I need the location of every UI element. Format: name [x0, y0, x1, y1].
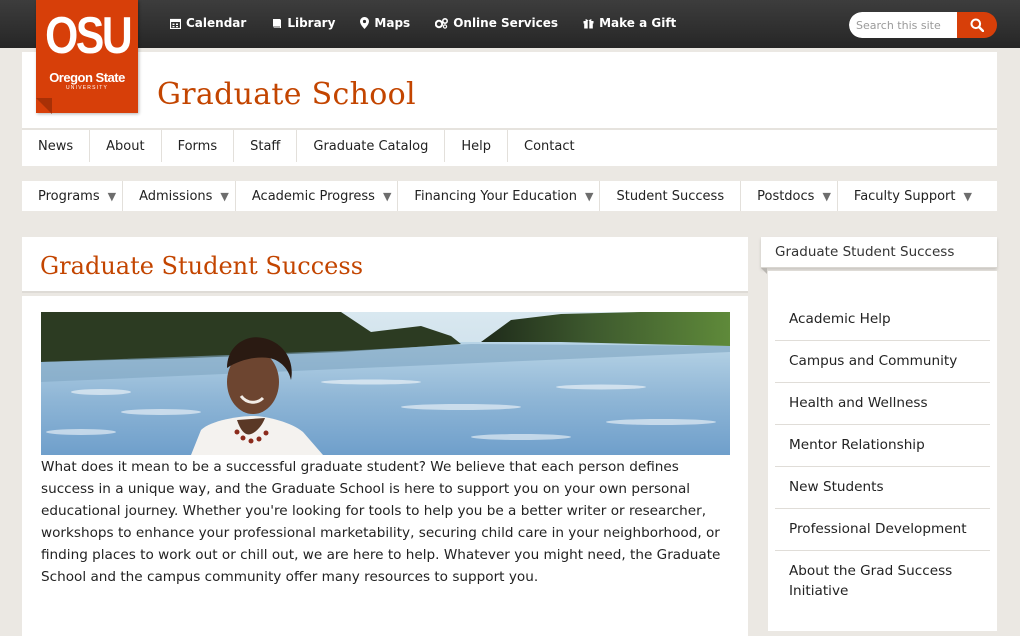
menu-item-postdocs[interactable]: Postdocs ▼: [741, 181, 838, 211]
gift-icon: [583, 18, 594, 28]
site-search: [849, 12, 997, 38]
sidebar-panel: Academic Help Campus and Community Healt…: [768, 271, 997, 631]
menu-item-contact[interactable]: Contact: [508, 130, 591, 162]
dropdown-arrow-icon: ▼: [220, 189, 229, 203]
top-link-online-services[interactable]: Online Services: [435, 16, 558, 30]
sidebar-item-academic-help[interactable]: Academic Help: [775, 299, 990, 341]
sidebar-item-mentor-relationship[interactable]: Mentor Relationship: [775, 425, 990, 467]
menu-item-student-success[interactable]: Student Success: [600, 181, 742, 211]
top-link-label: Library: [287, 16, 336, 30]
content-panel: What does it mean to be a successful gra…: [22, 296, 748, 636]
menu-item-forms[interactable]: Forms: [162, 130, 235, 162]
dropdown-arrow-icon: ▼: [585, 189, 594, 203]
logo-mark: OSU: [45, 7, 132, 65]
hero-image: [41, 312, 730, 455]
logo-subtitle: UNIVERSITY: [65, 85, 108, 91]
sidebar-heading-label: Graduate Student Success: [775, 244, 955, 260]
top-links: Calendar Library Maps Online Services Ma…: [170, 0, 701, 46]
secondary-menu: Programs ▼ Admissions ▼ Academic Progres…: [22, 181, 997, 211]
menu-item-label: Help: [461, 138, 492, 154]
menu-item-label: Forms: [177, 138, 218, 154]
menu-item-label: Programs: [38, 188, 100, 204]
top-link-calendar[interactable]: Calendar: [170, 16, 246, 30]
menu-item-label: Staff: [250, 138, 281, 154]
site-title[interactable]: Graduate School: [157, 77, 416, 112]
intro-paragraph: What does it mean to be a successful gra…: [41, 459, 721, 585]
menu-item-label: Academic Progress: [251, 188, 375, 204]
menu-item-label: Graduate Catalog: [313, 138, 429, 154]
top-link-maps[interactable]: Maps: [360, 16, 410, 30]
menu-item-academic-progress[interactable]: Academic Progress ▼: [236, 181, 399, 211]
menu-item-label: About: [106, 138, 145, 154]
page-title: Graduate Student Success: [40, 252, 364, 280]
logo-name: Oregon State: [49, 70, 125, 85]
sidebar-item-professional-development[interactable]: Professional Development: [775, 509, 990, 551]
menu-item-label: Postdocs: [757, 188, 815, 204]
sidebar-heading: Graduate Student Success: [761, 237, 997, 268]
sidebar-item-about-grad-success[interactable]: About the Grad Success Initiative: [775, 551, 990, 612]
menu-item-label: Admissions: [139, 188, 213, 204]
search-icon: [970, 18, 984, 32]
menu-item-label: Contact: [524, 138, 575, 154]
top-link-label: Make a Gift: [599, 16, 677, 30]
menu-item-label: Financing Your Education: [414, 188, 577, 204]
sidebar-item-health-and-wellness[interactable]: Health and Wellness: [775, 383, 990, 425]
primary-menu: News About Forms Staff Graduate Catalog …: [22, 128, 997, 168]
top-link-label: Maps: [374, 16, 411, 30]
menu-item-label: Faculty Support: [853, 188, 956, 204]
map-marker-icon: [360, 17, 370, 29]
search-button[interactable]: [957, 12, 997, 38]
menu-item-financing-your-education[interactable]: Financing Your Education ▼: [398, 181, 601, 211]
menu-item-admissions[interactable]: Admissions ▼: [123, 181, 236, 211]
dropdown-arrow-icon: ▼: [107, 189, 117, 203]
dropdown-arrow-icon: ▼: [963, 189, 972, 203]
menu-item-label: Student Success: [616, 188, 725, 204]
dropdown-arrow-icon: ▼: [382, 189, 392, 203]
osu-logo[interactable]: OSU Oregon State UNIVERSITY: [36, 0, 138, 113]
sidebar-list: Academic Help Campus and Community Healt…: [775, 299, 990, 612]
page-title-panel: Graduate Student Success: [22, 237, 748, 291]
menu-item-label: News: [38, 138, 74, 154]
hero-photo-river-student: [41, 312, 730, 455]
menu-item-staff[interactable]: Staff: [234, 130, 298, 162]
sidebar-item-new-students[interactable]: New Students: [775, 467, 990, 509]
menu-item-faculty-support[interactable]: Faculty Support ▼: [838, 181, 978, 211]
sidebar-fold: [761, 268, 767, 274]
menu-item-programs[interactable]: Programs ▼: [22, 181, 124, 211]
dropdown-arrow-icon: ▼: [822, 189, 831, 203]
top-link-label: Online Services: [453, 16, 559, 30]
menu-item-news[interactable]: News: [22, 130, 91, 162]
menu-item-graduate-catalog[interactable]: Graduate Catalog: [297, 130, 446, 162]
search-input[interactable]: [849, 12, 957, 38]
calendar-icon: [170, 18, 181, 29]
top-link-label: Calendar: [186, 16, 247, 30]
top-link-library[interactable]: Library: [271, 16, 335, 30]
top-bar: Calendar Library Maps Online Services Ma…: [0, 0, 1020, 48]
book-icon: [273, 18, 282, 28]
site-header: Graduate School News About Forms Staff G…: [22, 52, 997, 166]
menu-item-help[interactable]: Help: [445, 130, 509, 162]
menu-item-about[interactable]: About: [90, 130, 162, 162]
sidebar-item-campus-and-community[interactable]: Campus and Community: [775, 341, 990, 383]
gears-icon: [435, 17, 449, 29]
top-link-make-a-gift[interactable]: Make a Gift: [583, 16, 676, 30]
